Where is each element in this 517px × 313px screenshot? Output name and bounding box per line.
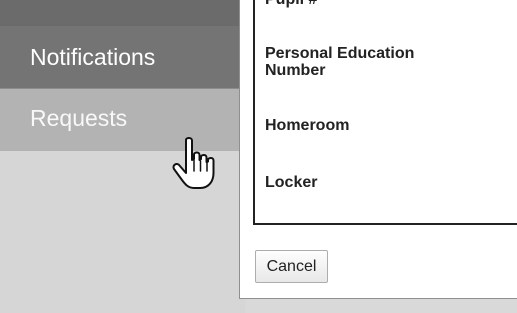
sidebar-item-notifications[interactable]: Notifications (0, 26, 245, 89)
personal-education-number-label: Personal Education Number (265, 45, 415, 79)
homeroom-label: Homeroom (265, 117, 350, 134)
pointer-hand-icon (172, 137, 215, 189)
pupil-number-label: Pupil # (265, 0, 317, 8)
cancel-button[interactable]: Cancel (255, 250, 328, 283)
locker-label: Locker (265, 174, 318, 191)
student-fields-box: Pupil # Personal Education Number Homero… (253, 0, 517, 225)
sidebar-top-item[interactable] (0, 0, 245, 26)
